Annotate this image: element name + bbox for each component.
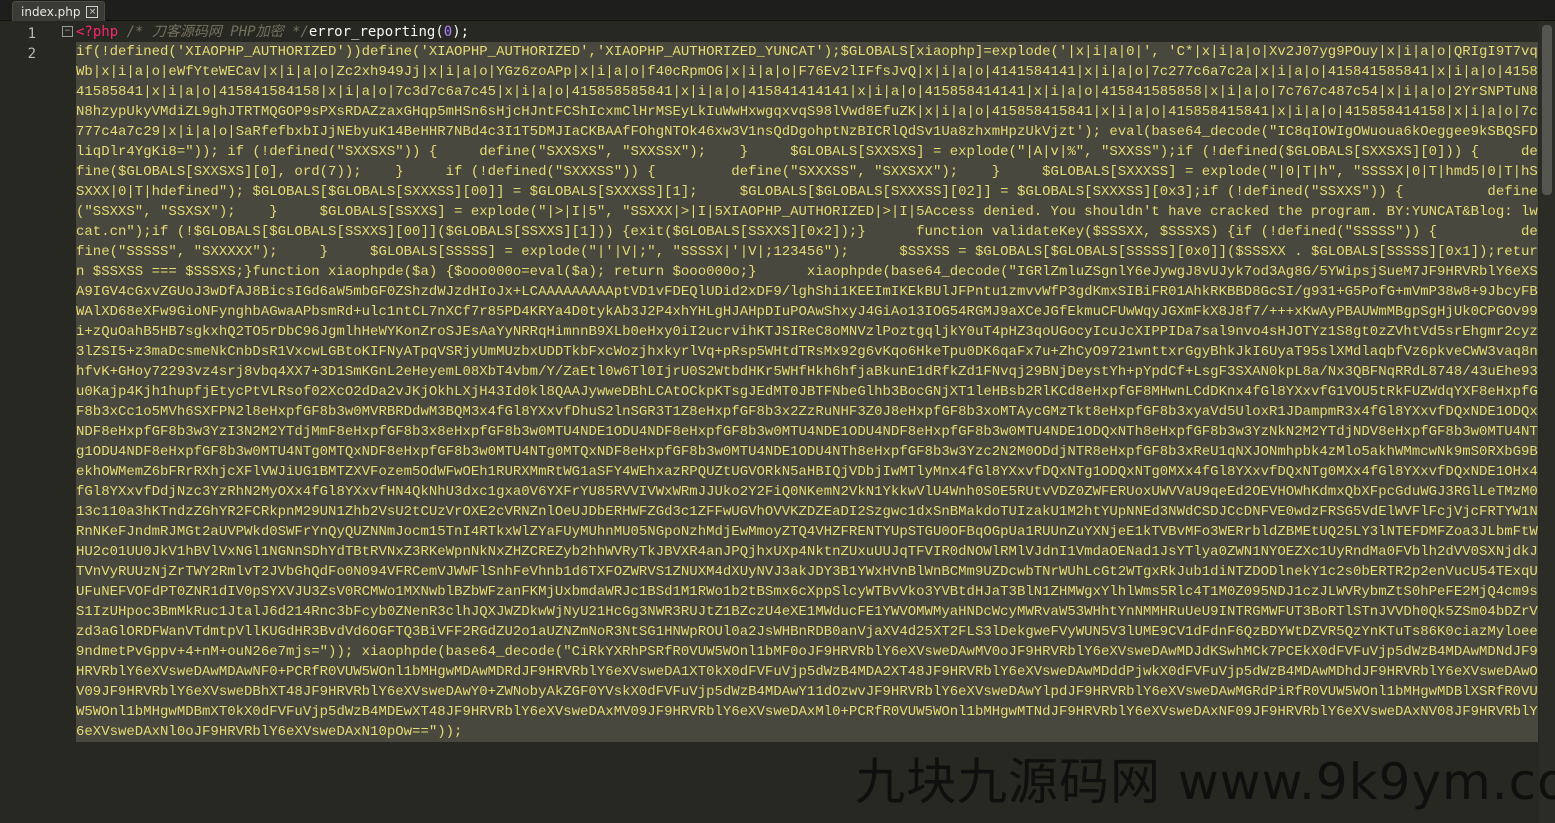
php-open-tag: <?php [76,24,119,40]
code-editor[interactable]: <?php /* 刀客源码网 PHP加密 */error_reporting(0… [76,22,1538,823]
line-number: 1 [27,26,36,42]
header-comment: /* 刀客源码网 PHP加密 */ [118,24,309,40]
open-paren: ( [435,24,444,40]
watermark: 九块九源码网 www.9k9ym.com [855,753,1555,811]
tab-index-php[interactable]: index.php × [12,1,106,21]
statement-end: ); [452,24,470,40]
line-number-gutter: 1 2 − [0,21,73,823]
close-icon[interactable]: × [86,5,99,18]
function-name: error_reporting [308,24,436,40]
code-line-2-selected: if(!defined('XIAOPHP_AUTHORIZED'))define… [76,42,1538,742]
tab-bar: index.php × [0,0,1555,21]
line-number: 2 [27,46,36,62]
fold-collapse-icon[interactable]: − [62,26,73,37]
code-line-1: <?php /* 刀客源码网 PHP加密 */error_reporting(0… [76,22,1538,42]
scrollbar-thumb[interactable] [1542,25,1552,195]
vertical-scrollbar[interactable] [1539,21,1555,823]
number-literal: 0 [443,24,453,40]
tab-title: index.php [21,4,81,19]
